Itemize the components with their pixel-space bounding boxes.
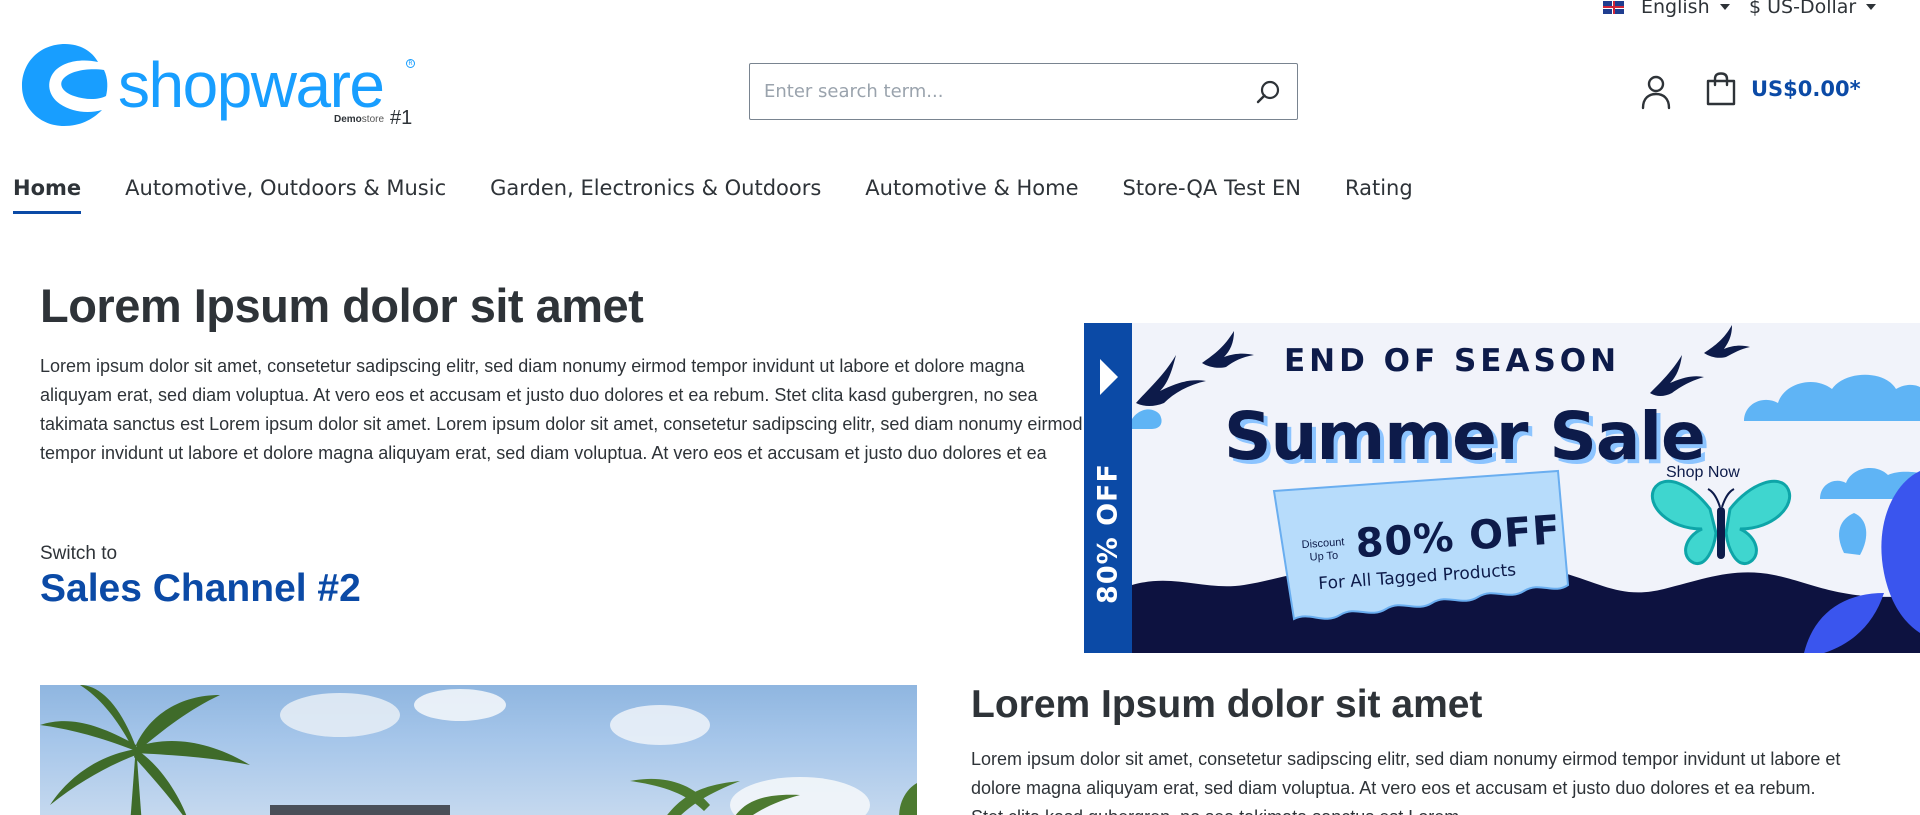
discount-percentage: 80% OFF [1354,507,1563,568]
store-logo[interactable]: shopware R Demostore #1 [20,42,420,134]
butterfly-illustration [1650,479,1792,566]
discount-small-1: Discount [1301,536,1345,552]
currency-selector[interactable]: $ US-Dollar [1749,0,1877,18]
cart-button[interactable]: US$0.00* [1705,72,1861,106]
section-heading: Lorem Ipsum dolor sit amet [971,683,1483,726]
sales-channel-link[interactable]: Sales Channel #2 [40,567,361,611]
palm-tree-photo [40,685,917,815]
nav-item-garden-electronics-outdoors[interactable]: Garden, Electronics & Outdoors [490,176,821,214]
logo-demostore: Demostore [334,114,384,125]
cart-amount: US$0.00* [1751,77,1861,101]
registered-icon: R [406,59,415,68]
language-selector[interactable]: English [1603,0,1730,18]
nav-item-automotive-outdoors-music[interactable]: Automotive, Outdoors & Music [125,176,446,214]
search-input[interactable] [750,64,1241,119]
top-bar: English $ US-Dollar [0,0,1920,18]
page-heading: Lorem Ipsum dolor sit amet [40,279,644,332]
summer-sale-banner[interactable]: 80% OFF END OF SEASON Summer Sale Shop N… [1084,323,1920,653]
banner-title: Summer Sale [1224,398,1706,475]
search-button[interactable] [1241,64,1297,119]
discount-small-text: Discount Up To [1301,536,1346,565]
currency-label: $ US-Dollar [1749,0,1857,18]
discount-small-2: Up To [1309,549,1339,564]
nav-item-home[interactable]: Home [13,176,82,214]
section-paragraph: Lorem ipsum dolor sit amet, consetetur s… [971,749,1841,815]
discount-ticket: Discount Up To 80% OFF For All Tagged Pro… [1270,473,1568,618]
nav-item-rating[interactable]: Rating [1345,176,1413,214]
nav-item-store-qa-test[interactable]: Store-QA Test EN [1123,176,1301,214]
logo-sub-bold: Demo [334,114,362,125]
search-icon [1256,80,1280,103]
play-arrow-icon [1100,359,1118,395]
account-icon[interactable] [1640,74,1672,110]
banner-eyebrow: END OF SEASON [1284,343,1621,379]
language-label: English [1641,0,1710,18]
palm-photo-illustration [40,685,917,815]
shop-now-link[interactable]: Shop Now [1666,464,1740,482]
chevron-down-icon [1719,4,1730,10]
main-navigation: Home Automotive, Outdoors & Music Garden… [13,176,1457,214]
intro-paragraph: Lorem ipsum dolor sit amet, consetetur s… [40,356,1083,463]
search-box [749,63,1298,120]
chevron-down-icon [1866,4,1877,10]
discount-subtext: For All Tagged Products [1317,560,1517,595]
shopware-logo-icon [22,44,108,126]
logo-number: #1 [390,107,413,129]
logo-sub: store [361,114,385,125]
switch-label: Switch to [40,543,118,564]
shopping-bag-icon [1706,72,1736,106]
nav-item-automotive-home[interactable]: Automotive & Home [865,176,1078,214]
banner-strip-text: 80% OFF [1092,463,1124,604]
uk-flag-icon [1603,0,1624,14]
